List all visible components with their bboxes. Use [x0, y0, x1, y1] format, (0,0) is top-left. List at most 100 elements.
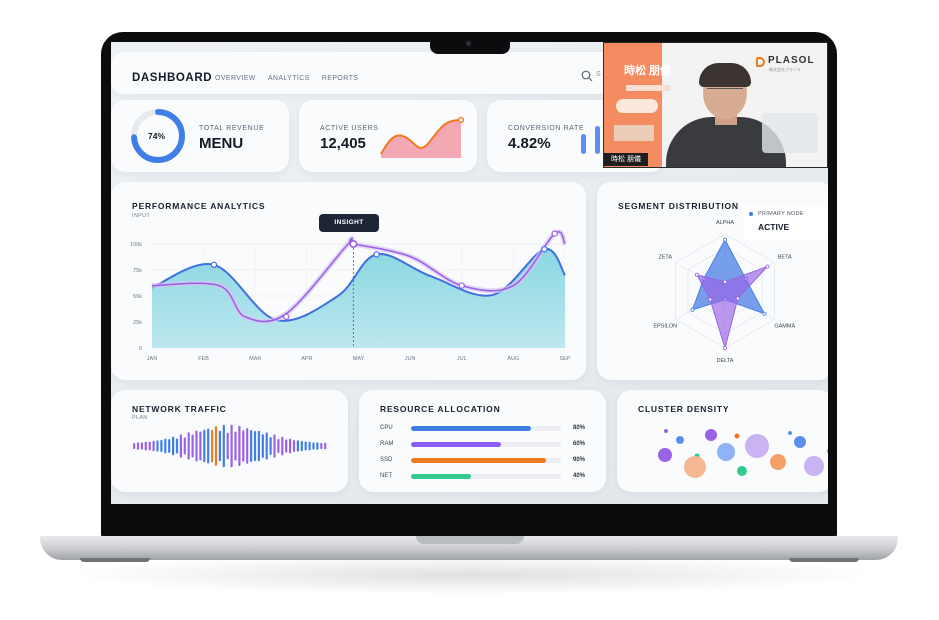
waveform-bar [320, 442, 323, 450]
y-tick-label: 50k [133, 294, 142, 300]
laptop-foot [789, 558, 859, 562]
waveform-bar [140, 442, 143, 450]
waveform-bar [273, 434, 276, 458]
waveform-bar [277, 438, 280, 454]
waveform-bar [144, 441, 147, 451]
cluster-bubble [684, 456, 706, 478]
cluster-bubble [734, 433, 740, 439]
page-title: DASHBOARD [132, 72, 213, 84]
brand-sub: 株式会社プラソル [769, 67, 801, 72]
waveform-bar [281, 436, 284, 456]
insight-tooltip-label: INSIGHT [334, 219, 364, 226]
laptop-foot [80, 558, 150, 562]
radar-point [723, 345, 728, 350]
radar-axis-label: BETA [778, 255, 792, 261]
waveform-bar [253, 431, 257, 461]
resource-pct-ram: 60% [573, 441, 586, 447]
radar-point [735, 296, 740, 301]
waveform-bar [179, 434, 182, 458]
waveform-bar [226, 432, 229, 460]
waveform-bar [324, 442, 327, 450]
legend-dot-icon [749, 212, 753, 216]
slide-figures [614, 125, 654, 141]
cluster-bubble [794, 436, 806, 448]
radar-axis-label: DELTA [717, 358, 734, 364]
segment-legend: PRIMARY NODE ACTIVE [743, 206, 828, 240]
x-tick-label: JUN [405, 356, 416, 362]
insight-tooltip: INSIGHT [319, 214, 379, 232]
radar-point [723, 237, 728, 242]
slide-panel-strip [626, 85, 670, 91]
resource-bar-cpu [411, 426, 531, 431]
resource-track-cpu [411, 426, 561, 431]
revenue-card: 74% TOTAL REVENUE MENU [111, 100, 289, 172]
cluster-bubble [658, 448, 672, 462]
waveform-bar [156, 440, 159, 452]
users-kicker: ACTIVE USERS [320, 125, 379, 132]
speaker-hair [699, 63, 751, 87]
speaker-caption: 時松 朋儀 [604, 153, 648, 166]
resource-bar-ram [411, 442, 501, 447]
resource-bar-net [411, 474, 471, 479]
conversion-value: 4.82% [508, 135, 551, 152]
y-tick-label: 100k [130, 242, 142, 248]
cluster-bubble [664, 429, 668, 433]
resource-track-ssd [411, 458, 561, 463]
search-placeholder: S [596, 71, 601, 78]
waveform-bar [195, 430, 198, 462]
waveform-bar [133, 442, 136, 450]
cluster-bubble [705, 429, 717, 441]
cluster-bubble [717, 443, 735, 461]
waveform-bar [199, 431, 202, 461]
x-tick-label: SEP [559, 356, 570, 362]
waveform-bar [316, 442, 319, 450]
waveform-bar [203, 429, 206, 463]
waveform-bar [148, 441, 151, 451]
revenue-percent: 74% [148, 131, 166, 141]
resource-pct-cpu: 80% [573, 425, 586, 431]
cluster-bubble [745, 434, 769, 458]
x-tick-label: FEB [198, 356, 209, 362]
waveform-bar [269, 436, 272, 456]
laptop-screen: DASHBOARD OVERVIEW ANALYTICS REPORTS S 7… [111, 42, 828, 504]
data-point [373, 251, 380, 258]
revenue-kicker: TOTAL REVENUE [199, 125, 265, 132]
insight-point [349, 239, 358, 248]
resource-label-ram: RAM [380, 441, 394, 447]
nav-reports[interactable]: REPORTS [322, 75, 359, 82]
resource-pct-ssd: 90% [573, 457, 586, 463]
users-card: ACTIVE USERS 12,405 [299, 100, 477, 172]
network-card: NETWORK TRAFFIC PLAN [111, 390, 348, 492]
nav-overview[interactable]: OVERVIEW [215, 75, 256, 82]
data-point [551, 230, 558, 237]
conversion-bar [595, 126, 600, 154]
legend-value: ACTIVE [758, 222, 790, 232]
radar-point [690, 307, 695, 312]
performance-card: PERFORMANCE ANALYTICS INPUT 0 25k 50k 75k 10… [111, 182, 586, 380]
laptop-chin [111, 504, 828, 536]
nav-analytics[interactable]: ANALYTICS [268, 75, 310, 82]
office-illustration [762, 113, 818, 153]
cluster-bubble-chart [658, 429, 828, 478]
legend-label: PRIMARY NODE [758, 211, 804, 217]
x-tick-label: JAN [147, 356, 157, 362]
radar-axis-label: EPSILON [653, 324, 677, 330]
cluster-bubble [770, 454, 786, 470]
waveform-bar [168, 439, 171, 453]
data-point [283, 313, 290, 320]
waveform-bar [312, 442, 315, 450]
waveform-bar [187, 432, 190, 460]
speaker-glasses [707, 88, 743, 95]
cluster-card: CLUSTER DENSITY [617, 390, 828, 492]
x-tick-label: AUG [507, 356, 519, 362]
waveform-bar [214, 426, 218, 466]
waveform-bar [218, 430, 221, 462]
x-tick-label: MAR [249, 356, 261, 362]
speaker-name-slide: 時松 朋儀 [624, 65, 672, 77]
waveform-bar [246, 428, 249, 464]
radar-point [708, 297, 713, 302]
conversion-kicker: CONVERSION RATE [508, 125, 585, 132]
resource-track-net [411, 474, 561, 479]
waveform-bar [300, 440, 303, 452]
laptop-shadow [60, 555, 880, 595]
